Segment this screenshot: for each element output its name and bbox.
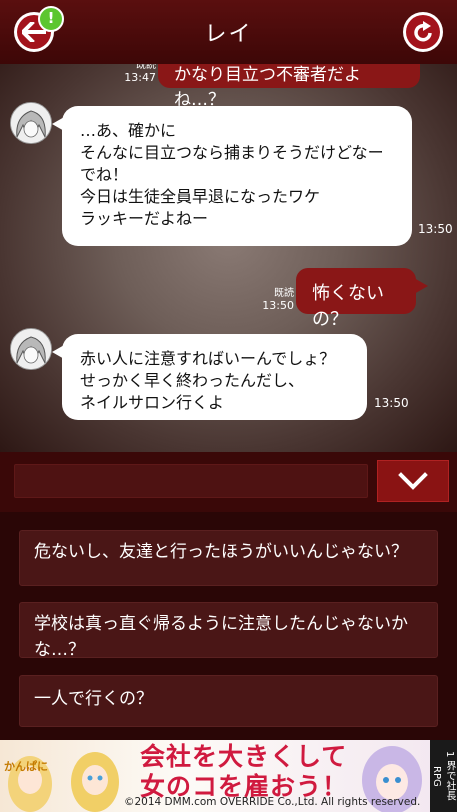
- collapse-options-button[interactable]: [377, 460, 449, 502]
- sent-message: 怖くないの？: [296, 268, 416, 330]
- input-bar: [0, 452, 457, 512]
- app-header: ! レイ: [0, 0, 457, 65]
- chat-log[interactable]: 既読 13:47 かなり目立つ不審者だよね…？ …あ、確かに そんなに目立つなら…: [0, 64, 457, 452]
- ad-banner[interactable]: かんぱに 会社を大きくして 女のコを雇おう！ ©2014 DMM.com OVE…: [0, 740, 457, 812]
- reply-option[interactable]: 学校は真っ直ぐ帰るように注意したんじゃないかな…？: [19, 602, 438, 660]
- page-title: レイ: [204, 22, 253, 47]
- reply-option[interactable]: 一人で行くの？: [19, 675, 438, 727]
- reply-option[interactable]: 危ないし、友達と行ったほうがいいんじゃない？: [19, 530, 438, 586]
- ad-logo: かんぱに: [4, 760, 48, 773]
- character-avatar-icon: [11, 329, 51, 369]
- reload-icon: [414, 21, 432, 42]
- avatar[interactable]: [10, 328, 52, 370]
- reload-button[interactable]: [403, 12, 443, 52]
- ad-headline-line: 会社を大きくして: [140, 742, 348, 771]
- message-input[interactable]: [14, 464, 368, 498]
- ad-character-art-icon: [8, 752, 119, 812]
- avatar[interactable]: [10, 102, 52, 144]
- message-time: 13:47: [124, 71, 156, 84]
- message-meta: 既読 13:50: [256, 284, 294, 312]
- ad-copyright: ©2014 DMM.com OVERRIDE Co.,Ltd. All righ…: [124, 796, 421, 808]
- sent-message: かなり目立つ不審者だよね…？: [158, 64, 420, 110]
- message-time: 13:50: [374, 396, 409, 410]
- message-meta: 既読 13:47: [118, 64, 156, 84]
- read-receipt: 既読: [274, 288, 294, 299]
- ad-side-label: 1 界で社長 RPG: [430, 740, 457, 812]
- read-receipt: 既読: [136, 64, 156, 71]
- reply-options: 危ないし、友達と行ったほうがいいんじゃない？ 学校は真っ直ぐ帰るように注意したん…: [0, 512, 457, 740]
- chevron-down-icon: [398, 472, 428, 490]
- message-time: 13:50: [262, 299, 294, 312]
- received-message: 赤い人に注意すればいーんでしょ？ せっかく早く終わったんだし、 ネイルサロン行く…: [62, 334, 367, 420]
- character-avatar-icon: [11, 103, 51, 143]
- received-message: …あ、確かに そんなに目立つなら捕まりそうだけどなー でね！ 今日は生徒全員早退…: [62, 106, 412, 246]
- message-time: 13:50: [418, 222, 453, 236]
- ad-headline: 会社を大きくして 女のコを雇おう！: [140, 742, 348, 802]
